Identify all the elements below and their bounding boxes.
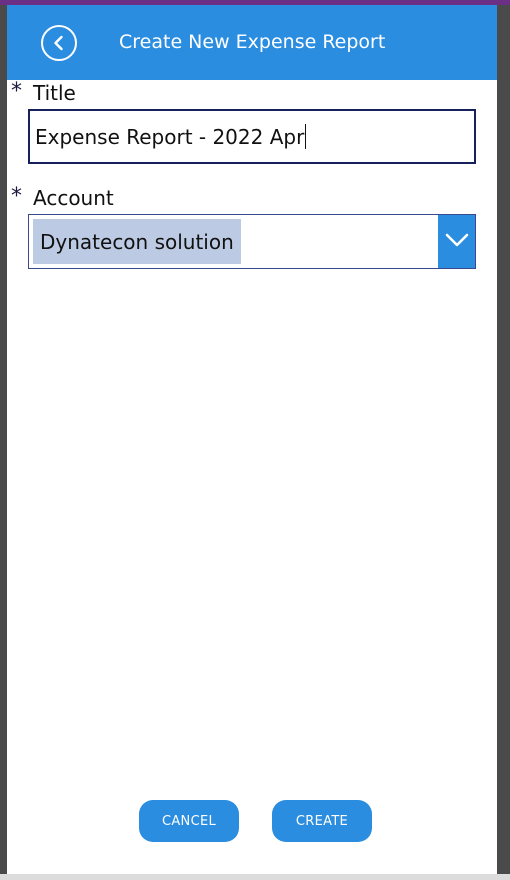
title-input-value: Expense Report - 2022 Apr <box>35 124 305 149</box>
required-marker-title: * <box>11 79 22 104</box>
title-label: Title <box>33 81 76 105</box>
required-marker-account: * <box>11 184 22 209</box>
app-header: Create New Expense Report <box>7 5 497 80</box>
account-dropdown[interactable]: Dynatecon solution <box>28 214 476 269</box>
cancel-button[interactable]: CANCEL <box>139 800 239 842</box>
title-input[interactable]: Expense Report - 2022 Apr <box>28 109 476 164</box>
app-screen: Create New Expense Report * Title Expens… <box>7 5 497 874</box>
window-left-border <box>0 5 7 875</box>
window-right-border <box>497 5 510 875</box>
account-label: Account <box>33 186 114 210</box>
text-cursor <box>305 124 307 149</box>
page-title: Create New Expense Report <box>119 31 386 53</box>
back-button[interactable] <box>41 25 77 61</box>
create-button[interactable]: CREATE <box>272 800 372 842</box>
window-bottom-strip <box>0 874 510 880</box>
back-arrow-circle-icon <box>54 35 63 51</box>
account-selected-value: Dynatecon solution <box>33 219 241 264</box>
dropdown-toggle-button[interactable] <box>438 215 475 268</box>
chevron-down-icon <box>445 233 469 247</box>
